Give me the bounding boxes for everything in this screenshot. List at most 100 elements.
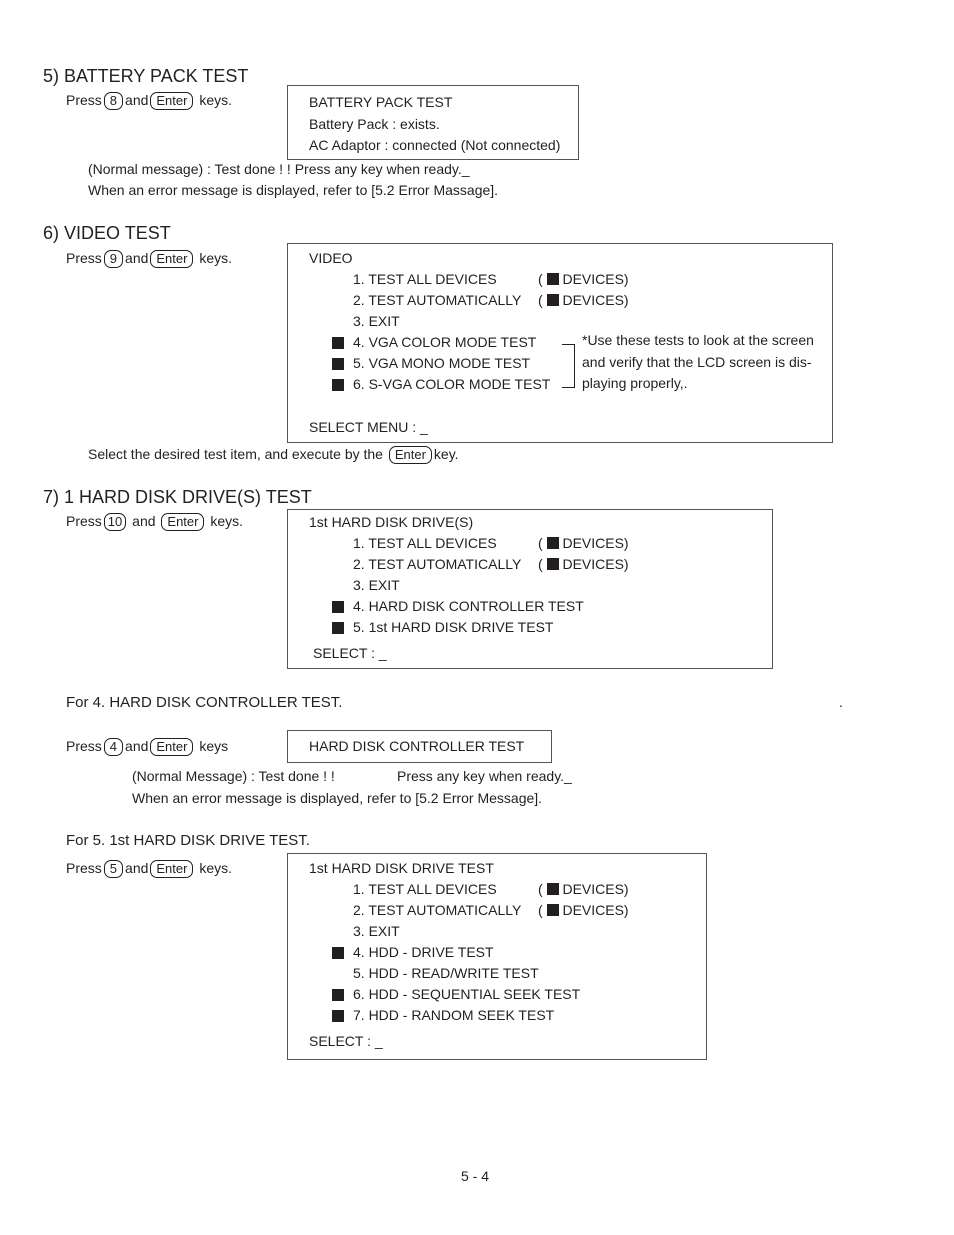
page-number: 5 - 4 [461,1168,490,1184]
menu-item: 3. EXIT [353,313,400,329]
keys-label: keys. [199,92,233,108]
placeholder-block-icon [546,537,559,549]
video-select-prompt: SELECT MENU : _ [309,419,428,435]
marker-block-icon [332,601,344,613]
key-enter: Enter [150,92,194,110]
video-screen-title: VIDEO [309,250,353,266]
video-note-line: and verify that the LCD screen is dis- [582,354,812,370]
hdd-screen-box: 1st HARD DISK DRIVE(S) 1. TEST ALL DEVIC… [287,509,773,669]
key-enter: Enter [150,860,194,878]
keys-label: keys. [199,860,233,876]
placeholder-block-icon [546,904,559,916]
video-instruction: Select the desired test item, and execut… [88,446,459,464]
hdd-select-prompt: SELECT : _ [313,645,387,661]
section-heading-video: 6) VIDEO TEST [43,223,171,243]
drive-heading: For 5. 1st HARD DISK DRIVE TEST. [66,832,310,849]
menu-item: 2. TEST AUTOMATICALLY [353,902,522,918]
marker-block-icon [332,358,344,370]
key-enter: Enter [161,513,205,531]
battery-screen-title: BATTERY PACK TEST [309,94,453,110]
key-10: 10 [103,513,127,531]
controller-error-note: When an error message is displayed, refe… [132,790,543,806]
devices-count: ( DEVICES) [538,556,629,572]
placeholder-block-icon [546,558,559,570]
battery-normal-message: (Normal message) : Test done ! ! Press a… [88,161,470,177]
controller-screen-title: HARD DISK CONTROLLER TEST [309,738,525,754]
key-8: 8 [103,92,124,110]
menu-item: 5. HDD - READ/WRITE TEST [353,965,539,981]
drive-screen-title: 1st HARD DISK DRIVE TEST [309,860,494,876]
controller-heading: For 4. HARD DISK CONTROLLER TEST. [66,694,343,711]
marker-block-icon [332,337,344,349]
press-label: Press [66,513,102,529]
menu-item: 7. HDD - RANDOM SEEK TEST [353,1007,555,1023]
battery-error-note: When an error message is displayed, refe… [88,182,499,198]
menu-item: 4. HARD DISK CONTROLLER TEST [353,598,584,614]
press-label: Press [66,92,102,108]
menu-item: 3. EXIT [353,923,400,939]
menu-item: 1. TEST ALL DEVICES [353,881,497,897]
video-screen-box: VIDEO 1. TEST ALL DEVICES ( DEVICES) 2. … [287,243,833,443]
press-label: Press [66,250,102,266]
menu-item: 4. VGA COLOR MODE TEST [353,334,537,350]
controller-screen-box: HARD DISK CONTROLLER TEST [287,730,552,763]
controller-normal-message: (Normal Message) : Test done ! ! [132,768,335,784]
and-label: and [125,738,149,754]
menu-item: 4. HDD - DRIVE TEST [353,944,494,960]
devices-count: ( DEVICES) [538,292,629,308]
controller-key-instruction: Press 4 and Enter keys [66,738,228,756]
battery-key-instruction: Press 8 and Enter keys. [66,92,232,110]
menu-item: 6. HDD - SEQUENTIAL SEEK TEST [353,986,581,1002]
placeholder-block-icon [546,294,559,306]
drive-select-prompt: SELECT : _ [309,1033,383,1049]
battery-screen-box: BATTERY PACK TEST Battery Pack : exists.… [287,85,579,160]
placeholder-block-icon [546,273,559,285]
and-label: and [125,92,149,108]
keys-label: keys. [199,250,233,266]
hdd-key-instruction: Press 10 and Enter keys. [66,513,243,531]
menu-item: 2. TEST AUTOMATICALLY [353,556,522,572]
marker-block-icon [332,1010,344,1022]
press-label: Press [66,738,102,754]
key-enter: Enter [150,738,194,756]
menu-item: 1. TEST ALL DEVICES [353,271,497,287]
section-heading-hdd: 7) 1 HARD DISK DRIVE(S) TEST [43,487,312,507]
key-enter: Enter [388,446,432,464]
battery-screen-line: Battery Pack : exists. [309,116,440,132]
and-label: and [125,860,149,876]
video-key-instruction: Press 9 and Enter keys. [66,250,232,268]
marker-block-icon [332,622,344,634]
hdd-screen-title: 1st HARD DISK DRIVE(S) [309,514,474,530]
menu-item: 5. 1st HARD DISK DRIVE TEST [353,619,554,635]
menu-item: 1. TEST ALL DEVICES [353,535,497,551]
placeholder-block-icon [546,883,559,895]
key-enter: Enter [150,250,194,268]
press-label: Press [66,860,102,876]
devices-count: ( DEVICES) [538,881,629,897]
marker-block-icon [332,947,344,959]
and-label: and [125,250,149,266]
menu-item: 3. EXIT [353,577,400,593]
drive-key-instruction: Press 5 and Enter keys. [66,860,232,878]
keys-label: keys [199,738,229,754]
drive-screen-box: 1st HARD DISK DRIVE TEST 1. TEST ALL DEV… [287,853,707,1060]
menu-item: 5. VGA MONO MODE TEST [353,355,531,371]
trailing-dot: . [839,694,843,710]
key-9: 9 [103,250,124,268]
key-4: 4 [103,738,124,756]
and-label: and [132,513,156,529]
marker-block-icon [332,379,344,391]
marker-block-icon [332,989,344,1001]
menu-item: 2. TEST AUTOMATICALLY [353,292,522,308]
menu-item: 6. S-VGA COLOR MODE TEST [353,376,551,392]
key-5: 5 [103,860,124,878]
devices-count: ( DEVICES) [538,535,629,551]
section-heading-battery: 5) BATTERY PACK TEST [43,66,249,86]
note-bracket [562,344,575,388]
devices-count: ( DEVICES) [538,902,629,918]
video-note-line: playing properly,. [582,375,688,391]
keys-label: keys. [210,513,244,529]
battery-screen-line: AC Adaptor : connected (Not connected) [309,137,561,153]
devices-count: ( DEVICES) [538,271,629,287]
video-note-line: *Use these tests to look at the screen [582,332,814,348]
